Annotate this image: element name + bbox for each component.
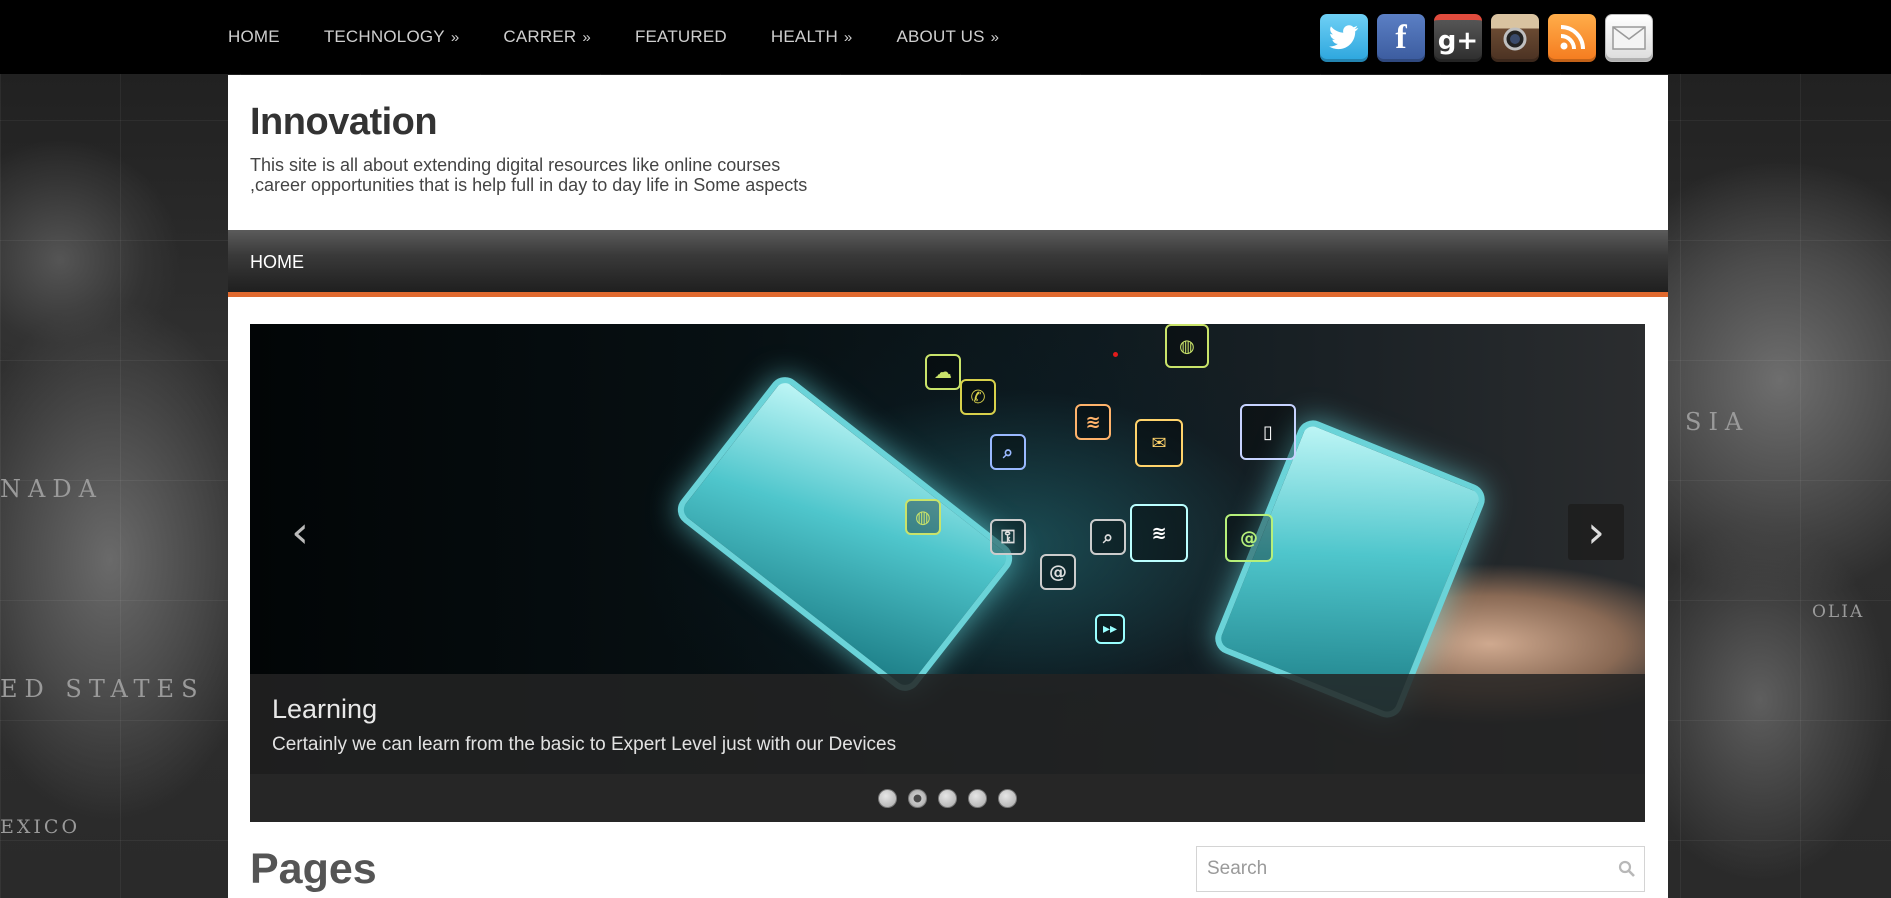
search-icon[interactable] bbox=[1610, 847, 1644, 891]
top-nav-item-about-us[interactable]: ABOUT US » bbox=[874, 27, 999, 47]
mail-app-icon: ✉ bbox=[1135, 419, 1183, 467]
top-nav-label: ABOUT US bbox=[896, 27, 985, 46]
search-input[interactable] bbox=[1197, 847, 1610, 891]
main-navigation: HOME bbox=[228, 230, 1668, 297]
facebook-icon[interactable]: f bbox=[1377, 14, 1425, 62]
email-icon[interactable] bbox=[1605, 14, 1653, 62]
submenu-arrow-icon: » bbox=[450, 28, 460, 46]
search-app-icon: ⌕ bbox=[990, 434, 1026, 470]
top-nav-label: TECHNOLOGY bbox=[323, 27, 445, 46]
google-plus-icon[interactable]: g+ bbox=[1434, 14, 1482, 62]
site-title[interactable]: Innovation bbox=[250, 101, 438, 144]
top-nav-label: HEALTH bbox=[770, 27, 838, 46]
top-nav-label: HOME bbox=[228, 27, 280, 46]
slider-pagination bbox=[250, 774, 1645, 822]
map-label-canada: NADA bbox=[0, 475, 103, 503]
social-icons: f g+ bbox=[1320, 14, 1653, 62]
mobile-app-icon: ▯ bbox=[1240, 404, 1296, 460]
search-box bbox=[1196, 846, 1645, 892]
map-label-mexico: EXICO bbox=[0, 816, 81, 838]
top-nav-item-carrer[interactable]: CARRER » bbox=[481, 27, 591, 47]
globe-top-app-icon: ◍ bbox=[1165, 324, 1209, 368]
image-slider: ☁ ✆ ⌕ ≋ ✉ ▯ ≋ @ @ ⌕ ⚿ ◍ ▸▸ ◍ Learning Ce… bbox=[250, 324, 1645, 822]
submenu-arrow-icon: » bbox=[990, 28, 1000, 46]
top-bar: HOME TECHNOLOGY» CARRER» FEATURED HEALTH» ABO… bbox=[0, 0, 1891, 74]
at-small-app-icon: @ bbox=[1040, 554, 1076, 590]
pages-heading: Pages bbox=[250, 845, 377, 893]
slide-caption: Learning Certainly we can learn from the… bbox=[250, 674, 1645, 774]
top-nav-item-home[interactable]: HOME bbox=[206, 27, 280, 47]
top-nav-label: CARRER bbox=[503, 27, 577, 46]
tablet-left bbox=[671, 370, 1019, 698]
slide-caption-text: Certainly we can learn from the basic to… bbox=[272, 734, 897, 755]
tagline-line-2: ,career opportunities that is help full … bbox=[250, 175, 808, 195]
map-label-mongolia: OLIA bbox=[1812, 602, 1865, 622]
slider-dot-4[interactable] bbox=[968, 788, 987, 808]
map-label-united-states: ED STATES bbox=[0, 675, 205, 703]
slider-dot-5[interactable] bbox=[998, 788, 1017, 808]
map-label-asia: SIA bbox=[1685, 408, 1750, 436]
main-container: Innovation This site is all about extend… bbox=[228, 75, 1668, 898]
wifi-large-app-icon: ≋ bbox=[1130, 504, 1188, 562]
at-app-icon: @ bbox=[1225, 514, 1273, 562]
top-nav-label: FEATURED bbox=[634, 27, 727, 46]
top-nav-item-featured[interactable]: FEATURED bbox=[613, 27, 727, 47]
slider-next-arrow-icon[interactable]: › bbox=[1568, 504, 1624, 560]
forward-app-icon: ▸▸ bbox=[1095, 614, 1125, 644]
slider-dot-3[interactable] bbox=[938, 788, 957, 808]
search-small-app-icon: ⌕ bbox=[1090, 519, 1126, 555]
wifi-app-icon: ≋ bbox=[1075, 404, 1111, 440]
site-tagline: This site is all about extending digital… bbox=[250, 155, 890, 195]
submenu-arrow-icon: » bbox=[582, 28, 591, 46]
main-nav-home[interactable]: HOME bbox=[250, 252, 304, 273]
cloud-app-icon: ☁ bbox=[925, 354, 961, 390]
slider-dot-1[interactable] bbox=[878, 788, 897, 808]
instagram-icon[interactable] bbox=[1491, 14, 1539, 62]
globe-app-icon: ◍ bbox=[905, 499, 941, 535]
slider-dot-2[interactable] bbox=[908, 788, 927, 808]
top-nav-item-technology[interactable]: TECHNOLOGY » bbox=[302, 27, 460, 47]
slider-prev-arrow-icon[interactable]: ‹ bbox=[272, 504, 328, 560]
rss-icon[interactable] bbox=[1548, 14, 1596, 62]
slide-caption-title: Learning bbox=[272, 694, 378, 724]
top-nav-item-health[interactable]: HEALTH » bbox=[749, 27, 853, 47]
red-indicator-dot bbox=[1113, 352, 1118, 357]
twitter-icon[interactable] bbox=[1320, 14, 1368, 62]
phone-app-icon: ✆ bbox=[960, 379, 996, 415]
submenu-arrow-icon: » bbox=[843, 28, 853, 46]
tagline-line-1: This site is all about extending digital… bbox=[250, 155, 781, 175]
top-navigation: HOME TECHNOLOGY» CARRER» FEATURED HEALTH» ABO… bbox=[228, 0, 1043, 74]
key-app-icon: ⚿ bbox=[990, 519, 1026, 555]
